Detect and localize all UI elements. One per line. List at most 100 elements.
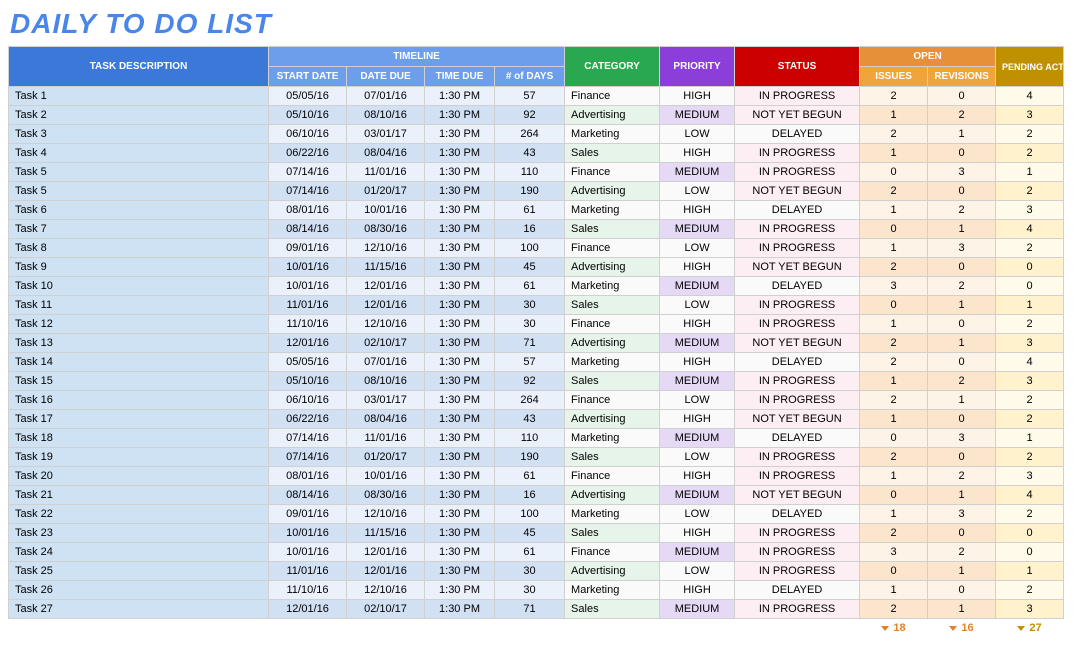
cell-start[interactable]: 08/01/16: [269, 201, 347, 220]
cell-status[interactable]: IN PROGRESS: [735, 220, 860, 239]
cell-due[interactable]: 02/10/17: [347, 600, 425, 619]
cell-priority[interactable]: HIGH: [660, 524, 735, 543]
cell-revisions[interactable]: 1: [928, 125, 996, 144]
cell-days[interactable]: 61: [495, 467, 565, 486]
cell-status[interactable]: DELAYED: [735, 125, 860, 144]
cell-revisions[interactable]: 3: [928, 163, 996, 182]
cell-days[interactable]: 45: [495, 524, 565, 543]
cell-revisions[interactable]: 1: [928, 486, 996, 505]
cell-issues[interactable]: 3: [860, 277, 928, 296]
cell-task[interactable]: Task 17: [9, 410, 269, 429]
table-row[interactable]: Task 1010/01/1612/01/161:30 PM61Marketin…: [9, 277, 1064, 296]
cell-time[interactable]: 1:30 PM: [425, 486, 495, 505]
table-row[interactable]: Task 910/01/1611/15/161:30 PM45Advertisi…: [9, 258, 1064, 277]
cell-start[interactable]: 12/01/16: [269, 334, 347, 353]
cell-category[interactable]: Advertising: [565, 334, 660, 353]
cell-status[interactable]: NOT YET BEGUN: [735, 182, 860, 201]
cell-due[interactable]: 08/04/16: [347, 144, 425, 163]
cell-issues[interactable]: 1: [860, 505, 928, 524]
cell-due[interactable]: 12/01/16: [347, 543, 425, 562]
cell-category[interactable]: Marketing: [565, 429, 660, 448]
cell-start[interactable]: 11/10/16: [269, 315, 347, 334]
cell-due[interactable]: 08/30/16: [347, 220, 425, 239]
cell-status[interactable]: NOT YET BEGUN: [735, 410, 860, 429]
cell-due[interactable]: 11/15/16: [347, 258, 425, 277]
cell-start[interactable]: 06/22/16: [269, 144, 347, 163]
cell-days[interactable]: 61: [495, 201, 565, 220]
cell-category[interactable]: Finance: [565, 543, 660, 562]
cell-priority[interactable]: MEDIUM: [660, 220, 735, 239]
cell-priority[interactable]: MEDIUM: [660, 334, 735, 353]
cell-time[interactable]: 1:30 PM: [425, 296, 495, 315]
cell-days[interactable]: 30: [495, 562, 565, 581]
cell-start[interactable]: 05/05/16: [269, 353, 347, 372]
cell-status[interactable]: IN PROGRESS: [735, 87, 860, 106]
cell-revisions[interactable]: 0: [928, 315, 996, 334]
cell-days[interactable]: 264: [495, 125, 565, 144]
cell-due[interactable]: 03/01/17: [347, 391, 425, 410]
cell-priority[interactable]: LOW: [660, 239, 735, 258]
cell-priority[interactable]: LOW: [660, 505, 735, 524]
table-row[interactable]: Task 1706/22/1608/04/161:30 PM43Advertis…: [9, 410, 1064, 429]
cell-task[interactable]: Task 1: [9, 87, 269, 106]
cell-time[interactable]: 1:30 PM: [425, 505, 495, 524]
table-row[interactable]: Task 1907/14/1601/20/171:30 PM190SalesLO…: [9, 448, 1064, 467]
table-row[interactable]: Task 1111/01/1612/01/161:30 PM30SalesLOW…: [9, 296, 1064, 315]
cell-time[interactable]: 1:30 PM: [425, 524, 495, 543]
cell-days[interactable]: 57: [495, 353, 565, 372]
cell-category[interactable]: Advertising: [565, 258, 660, 277]
cell-revisions[interactable]: 2: [928, 106, 996, 125]
cell-start[interactable]: 08/14/16: [269, 486, 347, 505]
cell-pending[interactable]: 2: [996, 448, 1064, 467]
table-row[interactable]: Task 1505/10/1608/10/161:30 PM92SalesMED…: [9, 372, 1064, 391]
cell-issues[interactable]: 1: [860, 467, 928, 486]
cell-pending[interactable]: 4: [996, 353, 1064, 372]
cell-pending[interactable]: 2: [996, 239, 1064, 258]
cell-task[interactable]: Task 13: [9, 334, 269, 353]
cell-status[interactable]: DELAYED: [735, 201, 860, 220]
cell-due[interactable]: 08/30/16: [347, 486, 425, 505]
cell-status[interactable]: DELAYED: [735, 505, 860, 524]
cell-status[interactable]: IN PROGRESS: [735, 524, 860, 543]
cell-issues[interactable]: 2: [860, 87, 928, 106]
cell-pending[interactable]: 2: [996, 182, 1064, 201]
cell-revisions[interactable]: 0: [928, 524, 996, 543]
cell-revisions[interactable]: 1: [928, 334, 996, 353]
cell-status[interactable]: NOT YET BEGUN: [735, 486, 860, 505]
cell-pending[interactable]: 3: [996, 600, 1064, 619]
cell-priority[interactable]: MEDIUM: [660, 600, 735, 619]
cell-issues[interactable]: 1: [860, 239, 928, 258]
cell-status[interactable]: IN PROGRESS: [735, 372, 860, 391]
cell-due[interactable]: 12/01/16: [347, 296, 425, 315]
cell-due[interactable]: 12/10/16: [347, 239, 425, 258]
cell-time[interactable]: 1:30 PM: [425, 581, 495, 600]
cell-time[interactable]: 1:30 PM: [425, 429, 495, 448]
cell-priority[interactable]: LOW: [660, 562, 735, 581]
cell-task[interactable]: Task 21: [9, 486, 269, 505]
cell-start[interactable]: 06/10/16: [269, 125, 347, 144]
cell-days[interactable]: 45: [495, 258, 565, 277]
cell-status[interactable]: IN PROGRESS: [735, 315, 860, 334]
cell-start[interactable]: 08/14/16: [269, 220, 347, 239]
cell-issues[interactable]: 3: [860, 543, 928, 562]
cell-priority[interactable]: HIGH: [660, 315, 735, 334]
cell-task[interactable]: Task 5: [9, 182, 269, 201]
cell-time[interactable]: 1:30 PM: [425, 543, 495, 562]
cell-status[interactable]: IN PROGRESS: [735, 163, 860, 182]
cell-revisions[interactable]: 1: [928, 562, 996, 581]
cell-days[interactable]: 16: [495, 486, 565, 505]
cell-due[interactable]: 11/01/16: [347, 163, 425, 182]
cell-time[interactable]: 1:30 PM: [425, 372, 495, 391]
cell-start[interactable]: 05/10/16: [269, 372, 347, 391]
cell-pending[interactable]: 2: [996, 125, 1064, 144]
cell-start[interactable]: 12/01/16: [269, 600, 347, 619]
cell-pending[interactable]: 3: [996, 334, 1064, 353]
cell-task[interactable]: Task 19: [9, 448, 269, 467]
cell-due[interactable]: 02/10/17: [347, 334, 425, 353]
cell-time[interactable]: 1:30 PM: [425, 258, 495, 277]
table-row[interactable]: Task 1606/10/1603/01/171:30 PM264Finance…: [9, 391, 1064, 410]
cell-category[interactable]: Sales: [565, 220, 660, 239]
cell-pending[interactable]: 1: [996, 296, 1064, 315]
cell-status[interactable]: IN PROGRESS: [735, 296, 860, 315]
cell-pending[interactable]: 4: [996, 87, 1064, 106]
